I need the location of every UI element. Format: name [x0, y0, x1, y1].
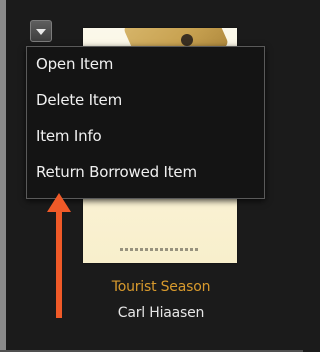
arrow-up-icon [47, 193, 71, 318]
menu-item-item-info[interactable]: Item Info [36, 122, 102, 150]
cover-artwork-detail [181, 34, 193, 46]
menu-item-open-item[interactable]: Open Item [36, 50, 113, 78]
left-border [0, 0, 6, 352]
library-item-view: Tourist Season Carl Hiaasen Open Item De… [0, 0, 303, 352]
menu-item-delete-item[interactable]: Delete Item [36, 86, 122, 114]
cover-text-line [120, 248, 200, 251]
chevron-down-icon [36, 29, 46, 35]
menu-item-return-borrowed-item[interactable]: Return Borrowed Item [36, 158, 197, 186]
item-context-menu: Open Item Delete Item Item Info Return B… [26, 46, 265, 199]
item-menu-toggle-button[interactable] [30, 20, 52, 42]
